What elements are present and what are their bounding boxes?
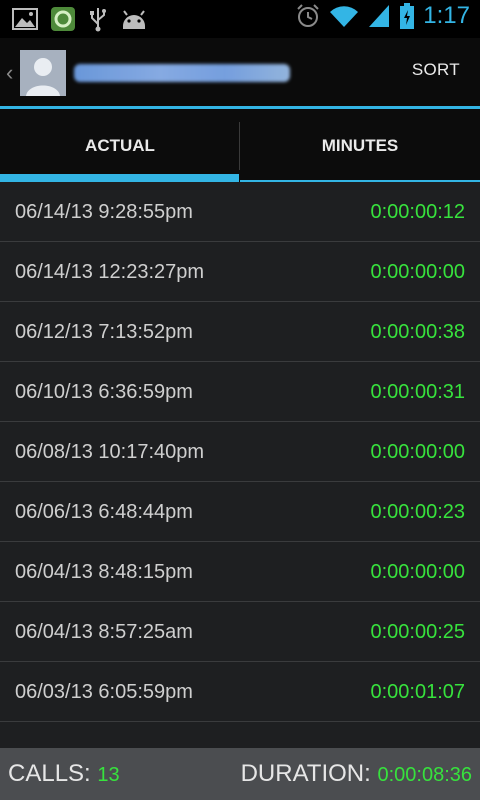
calls-count: 13: [97, 764, 120, 786]
signal-icon: [369, 5, 390, 27]
call-datetime: 06/06/13 6:48:44pm: [15, 501, 193, 523]
tab-selected-indicator: [0, 174, 239, 182]
call-duration: 0:00:00:00: [370, 441, 465, 463]
call-datetime: 06/12/13 7:13:52pm: [15, 321, 193, 343]
up-chevron-icon[interactable]: ‹: [6, 60, 13, 86]
tab-minutes[interactable]: MINUTES: [240, 109, 480, 182]
usb-icon: [90, 8, 106, 32]
call-duration: 0:00:01:07: [370, 681, 465, 703]
tab-bar: ACTUAL MINUTES: [0, 109, 480, 182]
action-bar: ‹ SORT: [0, 38, 480, 106]
list-item[interactable]: 06/10/13 6:36:59pm 0:00:00:31: [0, 362, 480, 422]
duration-total: 0:00:08:36: [377, 764, 472, 786]
list-item[interactable]: 06/12/13 7:13:52pm 0:00:00:38: [0, 302, 480, 362]
list-item[interactable]: 06/06/13 6:48:44pm 0:00:00:23: [0, 482, 480, 542]
call-duration: 0:00:00:00: [370, 261, 465, 283]
calls-summary: CALLS: 13: [8, 760, 120, 788]
list-item[interactable]: 06/14/13 9:28:55pm 0:00:00:12: [0, 182, 480, 242]
list-item[interactable]: 06/04/13 8:48:15pm 0:00:00:00: [0, 542, 480, 602]
battery-icon: [400, 3, 415, 29]
alarm-icon: [297, 4, 319, 27]
call-datetime: 06/04/13 8:48:15pm: [15, 561, 193, 583]
summary-footer: CALLS: 13 DURATION: 0:00:08:36: [0, 748, 480, 800]
android-icon: [123, 10, 145, 29]
call-datetime: 06/10/13 6:36:59pm: [15, 381, 193, 403]
duration-summary: DURATION: 0:00:08:36: [241, 760, 472, 788]
call-list: 06/14/13 9:28:55pm 0:00:00:12 06/14/13 1…: [0, 182, 480, 722]
list-item[interactable]: 06/04/13 8:57:25am 0:00:00:25: [0, 602, 480, 662]
app-icon: [51, 7, 75, 31]
wifi-icon: [330, 6, 359, 27]
calls-label: CALLS:: [8, 760, 91, 787]
call-duration: 0:00:00:23: [370, 501, 465, 523]
tab-actual[interactable]: ACTUAL: [0, 109, 240, 182]
call-datetime: 06/03/13 6:05:59pm: [15, 681, 193, 703]
call-datetime: 06/14/13 9:28:55pm: [15, 201, 193, 223]
call-duration: 0:00:00:31: [370, 381, 465, 403]
call-datetime: 06/14/13 12:23:27pm: [15, 261, 205, 283]
gallery-icon: [12, 8, 38, 30]
call-datetime: 06/08/13 10:17:40pm: [15, 441, 205, 463]
contact-name-redacted: [74, 64, 290, 82]
list-item[interactable]: 06/08/13 10:17:40pm 0:00:00:00: [0, 422, 480, 482]
contact-avatar[interactable]: [20, 50, 66, 96]
person-icon: [20, 50, 66, 96]
clock-time: 1:17: [423, 2, 470, 29]
call-duration: 0:00:00:00: [370, 561, 465, 583]
call-duration: 0:00:00:38: [370, 321, 465, 343]
list-item[interactable]: 06/03/13 6:05:59pm 0:00:01:07: [0, 662, 480, 722]
call-duration: 0:00:00:12: [370, 201, 465, 223]
call-datetime: 06/04/13 8:57:25am: [15, 621, 193, 643]
sort-button[interactable]: SORT: [412, 60, 460, 80]
duration-label: DURATION:: [240, 760, 371, 787]
status-bar: 1:17: [0, 0, 480, 38]
call-duration: 0:00:00:25: [370, 621, 465, 643]
list-item[interactable]: 06/14/13 12:23:27pm 0:00:00:00: [0, 242, 480, 302]
